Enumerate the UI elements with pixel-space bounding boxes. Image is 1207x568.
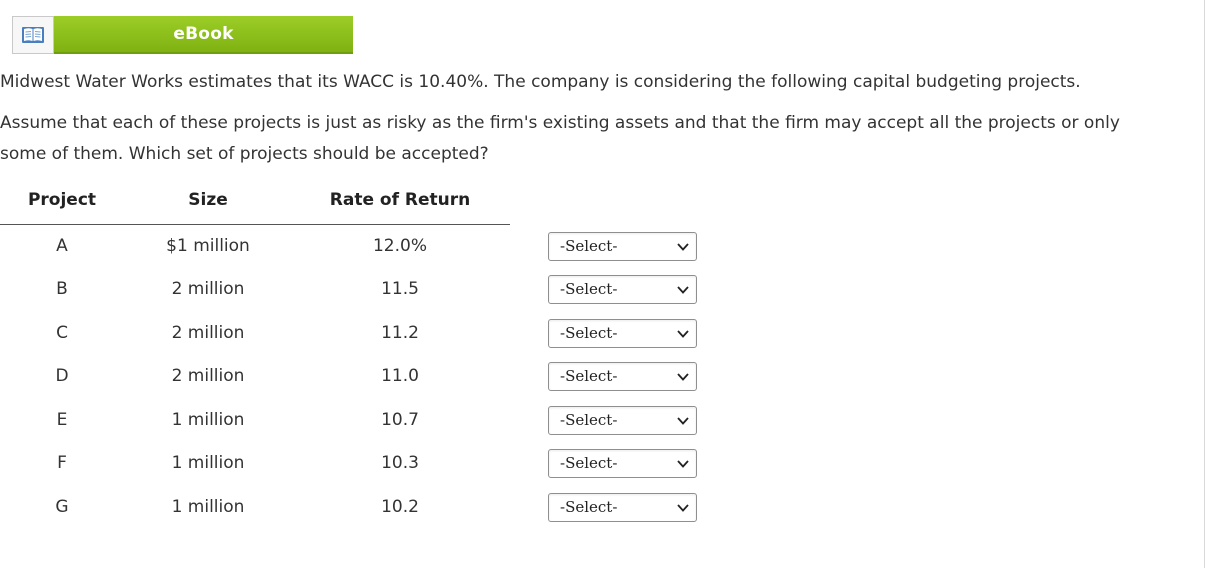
rate-cell: 10.3	[381, 453, 419, 473]
select-value: -Select-	[560, 454, 618, 472]
select-value: -Select-	[560, 498, 618, 516]
rate-cell: 11.0	[381, 366, 419, 386]
chevron-down-icon	[677, 504, 689, 512]
question-line-1: Midwest Water Works estimates that its W…	[0, 72, 1081, 92]
project-select[interactable]: -Select-	[548, 275, 697, 304]
project-cell: F	[57, 453, 67, 473]
project-select[interactable]: -Select-	[548, 362, 697, 391]
select-value: -Select-	[560, 280, 618, 298]
select-value: -Select-	[560, 411, 618, 429]
size-cell: 1 million	[171, 453, 245, 473]
size-cell: 2 million	[171, 366, 245, 386]
select-value: -Select-	[560, 367, 618, 385]
project-cell: C	[56, 323, 68, 343]
table-row: B 2 million 11.5 -Select-	[0, 274, 720, 304]
project-cell: G	[55, 497, 69, 517]
rate-cell: 10.2	[381, 497, 419, 517]
project-cell: E	[56, 410, 68, 430]
open-book-icon	[22, 27, 44, 43]
table-row: A $1 million 12.0% -Select-	[0, 231, 720, 261]
table-row: F 1 million 10.3 -Select-	[0, 448, 720, 478]
size-cell: 2 million	[171, 323, 245, 343]
project-select[interactable]: -Select-	[548, 232, 697, 261]
select-value: -Select-	[560, 324, 618, 342]
header-size: Size	[188, 190, 228, 210]
ebook-icon-box[interactable]	[12, 16, 54, 54]
chevron-down-icon	[677, 373, 689, 381]
chevron-down-icon	[677, 417, 689, 425]
chevron-down-icon	[677, 243, 689, 251]
right-divider	[1204, 0, 1205, 568]
table-row: G 1 million 10.2 -Select-	[0, 492, 720, 522]
rate-cell: 11.5	[381, 279, 419, 299]
project-select[interactable]: -Select-	[548, 406, 697, 435]
table-row: D 2 million 11.0 -Select-	[0, 361, 720, 391]
chevron-down-icon	[677, 286, 689, 294]
chevron-down-icon	[677, 330, 689, 338]
project-cell: D	[55, 366, 69, 386]
ebook-label-box[interactable]: eBook	[54, 16, 353, 54]
size-cell: 2 million	[171, 279, 245, 299]
project-select[interactable]: -Select-	[548, 319, 697, 348]
size-cell: $1 million	[166, 236, 250, 256]
question-line-3: some of them. Which set of projects shou…	[0, 144, 489, 164]
project-select[interactable]: -Select-	[548, 493, 697, 522]
chevron-down-icon	[677, 460, 689, 468]
header-divider	[0, 224, 510, 225]
header-project: Project	[27, 190, 97, 210]
rate-cell: 10.7	[381, 410, 419, 430]
project-select[interactable]: -Select-	[548, 449, 697, 478]
project-cell: A	[56, 236, 68, 256]
rate-cell: 12.0%	[372, 236, 427, 256]
select-value: -Select-	[560, 237, 618, 255]
size-cell: 1 million	[171, 497, 245, 517]
table-row: E 1 million 10.7 -Select-	[0, 405, 720, 435]
ebook-button[interactable]: eBook	[12, 16, 353, 54]
ebook-label[interactable]: eBook	[173, 24, 233, 44]
size-cell: 1 million	[171, 410, 245, 430]
rate-cell: 11.2	[381, 323, 419, 343]
question-line-2: Assume that each of these projects is ju…	[0, 113, 1120, 133]
header-rate-of-return: Rate of Return	[329, 190, 471, 210]
table-row: C 2 million 11.2 -Select-	[0, 318, 720, 348]
project-cell: B	[56, 279, 68, 299]
